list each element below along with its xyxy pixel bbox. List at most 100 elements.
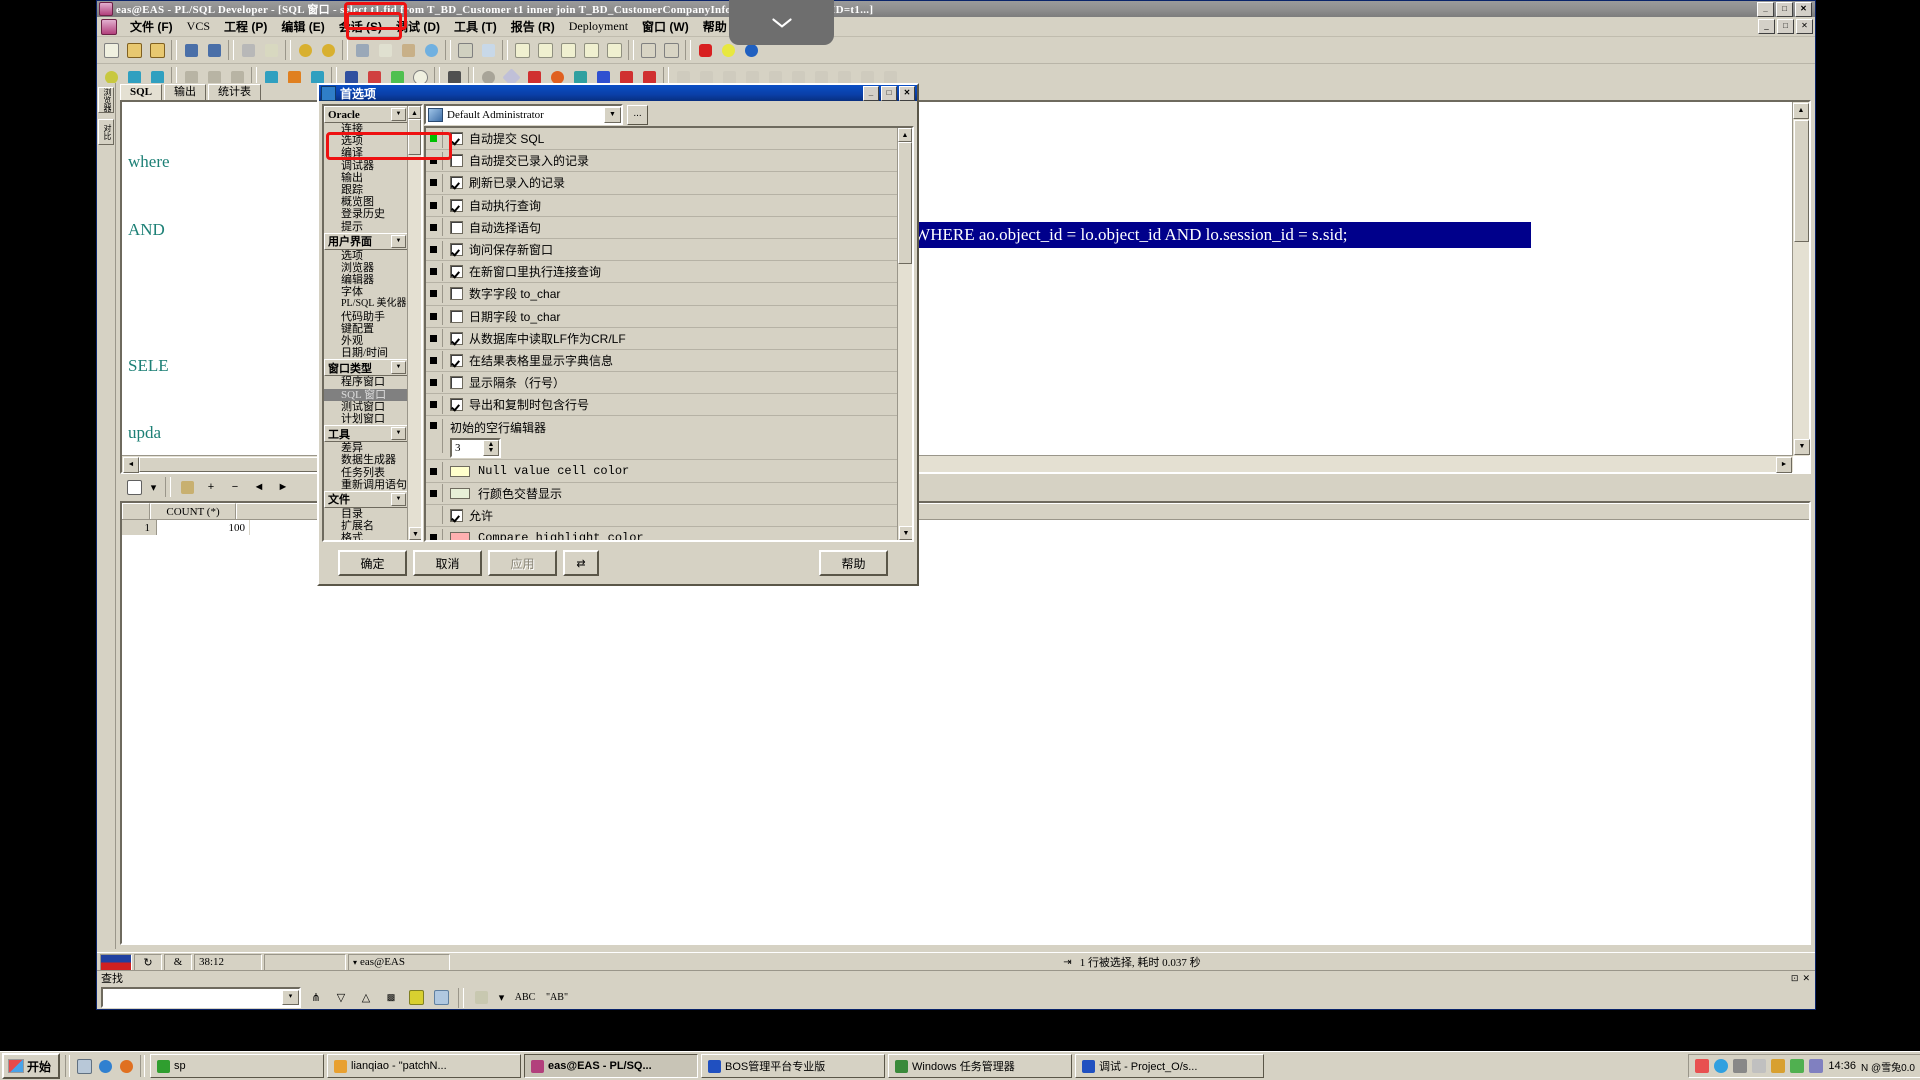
menu-deployment[interactable]: Deployment (562, 18, 635, 35)
tab-statistics[interactable]: 统计表 (208, 84, 262, 100)
checkbox-allow[interactable] (450, 508, 463, 522)
option-row-number-field-tochar[interactable]: 数字字段 to_char (426, 283, 898, 306)
tree-section-oracle[interactable]: Oracle ▼ (324, 106, 408, 123)
option-row-autoselect-statement[interactable]: 自动选择语句 (426, 217, 898, 239)
new-test-icon[interactable] (557, 39, 579, 61)
delete-row-icon[interactable]: − (225, 477, 245, 497)
open-recent-icon[interactable] (146, 39, 168, 61)
find-down-icon[interactable]: ▽ (331, 988, 351, 1008)
ie-icon[interactable] (96, 1057, 114, 1075)
scroll-left-button[interactable]: ◄ (123, 457, 139, 473)
scroll-down-button[interactable]: ▼ (1794, 439, 1810, 455)
maximize-button[interactable]: □ (1776, 1, 1793, 17)
minimize-button[interactable]: _ (1757, 1, 1774, 17)
add-row-icon[interactable]: + (201, 477, 221, 497)
tab-sql[interactable]: SQL (120, 84, 163, 100)
tree-item-plan-window[interactable]: 计划窗口 (324, 413, 408, 425)
tree-item-recall-statement[interactable]: 重新调用语句 (324, 479, 408, 491)
status-connection[interactable]: ▾ eas@EAS (348, 953, 450, 971)
chevron-down-icon[interactable]: ▼ (604, 106, 621, 123)
import-export-button[interactable]: ⇄ (563, 550, 599, 576)
stop-icon[interactable] (694, 39, 716, 61)
options-scroll-down-button[interactable]: ▼ (899, 526, 912, 540)
option-row-initial-blank-lines[interactable]: 初始的空行编辑器 3 ▲ ▼ (426, 416, 898, 461)
new-sql-window-icon[interactable] (511, 39, 533, 61)
tree-section-files[interactable]: 文件 ▼ (324, 490, 408, 508)
cut-icon[interactable] (351, 39, 373, 61)
checkbox-exec-join-new-window[interactable] (450, 265, 463, 279)
find-whole-word-icon[interactable]: "AB" (543, 988, 571, 1008)
chevron-down-icon[interactable]: ▼ (391, 492, 406, 506)
lock-icon[interactable] (177, 477, 197, 497)
checkbox-read-lf-as-crlf[interactable] (450, 331, 463, 345)
start-button[interactable]: 开始 (2, 1053, 61, 1079)
close-button[interactable]: ✕ (1795, 1, 1812, 17)
find-highlight-icon[interactable] (406, 988, 426, 1008)
redo-icon[interactable] (317, 39, 339, 61)
color-swatch-null-value[interactable] (450, 465, 470, 477)
menu-session[interactable]: 会话 (S) (332, 17, 389, 36)
option-row-exec-join-new-window[interactable]: 在新窗口里执行连接查询 (426, 261, 898, 284)
taskbar-item-taskmgr[interactable]: Windows 任务管理器 (888, 1054, 1073, 1078)
preferences-close-button[interactable]: ✕ (899, 85, 915, 101)
mdi-close-button[interactable]: ✕ (1796, 19, 1813, 34)
tree-item-key-config[interactable]: 键配置 (324, 323, 408, 335)
browser-icon[interactable] (477, 39, 499, 61)
checkbox-autoselect-statement[interactable] (450, 220, 463, 234)
color-swatch-alternate-row[interactable] (450, 487, 470, 499)
menu-tools[interactable]: 工具 (T) (447, 17, 504, 36)
tray-icon-1[interactable] (1695, 1059, 1710, 1073)
find-all-icon[interactable]: ▩ (381, 988, 401, 1008)
option-row-compare-highlight-color[interactable]: Compare highlight color (426, 527, 898, 540)
chevron-down-icon[interactable]: ▼ (391, 108, 406, 121)
chevron-down-icon[interactable]: ▼ (391, 427, 406, 441)
mdi-minimize-button[interactable]: _ (1758, 19, 1775, 34)
checkbox-include-rownum-export[interactable] (450, 398, 463, 412)
copy-icon[interactable] (374, 39, 396, 61)
tree-item-beautifier[interactable]: PL/SQL 美化器 (324, 298, 408, 310)
open-icon[interactable] (123, 39, 145, 61)
sidebar-compare-button[interactable]: 对比 (98, 119, 114, 145)
mdi-window-controls[interactable]: _ □ ✕ (1758, 19, 1813, 34)
tree-item-browser[interactable]: 浏览器 (324, 262, 408, 274)
find-text-field[interactable] (103, 990, 283, 1005)
tree-scrollbar[interactable]: ▲ ▼ (407, 106, 421, 540)
option-row-autocommit-records[interactable]: 自动提交已录入的记录 (426, 150, 898, 173)
menu-file[interactable]: 文件 (F) (123, 17, 180, 36)
chevron-down-icon[interactable]: ▼ (391, 361, 406, 375)
taskbar-item-bos[interactable]: BOS管理平台专业版 (701, 1054, 886, 1078)
grid-view-dropdown-icon[interactable]: ▾ (148, 477, 159, 497)
color-swatch-compare-highlight[interactable] (450, 532, 470, 540)
tree-item-sql-window[interactable]: SQL 窗口 (324, 388, 408, 401)
spinner-initial-blank-lines[interactable]: 3 ▲ ▼ (450, 438, 501, 459)
new-plan-icon[interactable] (580, 39, 602, 61)
tree-section-user-interface[interactable]: 用户界面 ▼ (324, 232, 408, 250)
option-row-ask-save-new-window[interactable]: 询问保存新窗口 (426, 239, 898, 262)
print-preview-icon[interactable] (260, 39, 282, 61)
find-next-icon[interactable]: ⋔ (306, 988, 326, 1008)
option-row-allow[interactable]: 允许 (426, 505, 898, 527)
taskbar-item-debug[interactable]: 调试 - Project_O/s... (1075, 1054, 1265, 1078)
show-desktop-icon[interactable] (75, 1057, 93, 1075)
new-report-icon[interactable] (534, 39, 556, 61)
option-row-date-field-tochar[interactable]: 日期字段 to_char (426, 306, 898, 328)
tree-item-hints[interactable]: 提示 (324, 221, 408, 233)
tree-section-window-types[interactable]: 窗口类型 ▼ (324, 359, 408, 377)
tray-icon-2[interactable] (1714, 1059, 1729, 1073)
preferences-window-controls[interactable]: _ □ ✕ (863, 85, 915, 101)
tree-item-diff[interactable]: 差异 (324, 442, 408, 454)
tray-icon-4[interactable] (1752, 1059, 1767, 1073)
print-icon[interactable] (237, 39, 259, 61)
option-row-read-lf-as-crlf[interactable]: 从数据库中读取LF作为CR/LF (426, 328, 898, 350)
tree-item-debugger[interactable]: 调试器 (324, 160, 408, 172)
checkbox-refresh-records[interactable] (450, 176, 463, 190)
scroll-up-button[interactable]: ▲ (1793, 103, 1809, 119)
pin-icon[interactable]: ⊡ (1791, 973, 1799, 984)
find-up-icon[interactable]: △ (356, 988, 376, 1008)
option-row-alternate-row-color[interactable]: 行颜色交替显示 (426, 483, 898, 505)
tree-item-connection[interactable]: 连接 (324, 123, 408, 135)
taskbar-item-plsql[interactable]: eas@EAS - PL/SQ... (524, 1054, 699, 1078)
paste-icon[interactable] (397, 39, 419, 61)
checkbox-autocommit-sql[interactable] (450, 132, 463, 146)
tree-item-appearance[interactable]: 外观 (324, 335, 408, 347)
